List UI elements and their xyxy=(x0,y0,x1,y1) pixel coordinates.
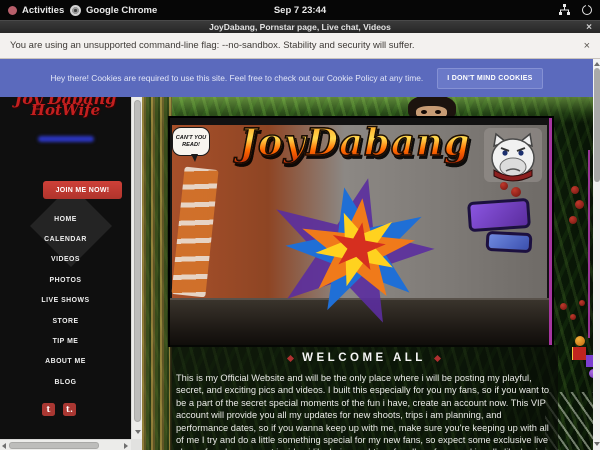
sidebar-vscroll-thumb[interactable] xyxy=(134,100,141,422)
speech-bubble-text: CAN'T YOU READ! xyxy=(173,135,209,148)
tumblr-icon[interactable]: t. xyxy=(63,403,76,416)
scroll-left-arrow-icon[interactable] xyxy=(2,443,6,449)
sidebar-nav: HOME CALENDAR VIDEOS PHOTOS LIVE SHOWS S… xyxy=(0,209,131,393)
scrollbar-corner xyxy=(131,439,142,450)
network-icon xyxy=(558,4,571,16)
speech-bubble: CAN'T YOU READ! xyxy=(172,127,210,156)
berry-decoration xyxy=(575,200,584,209)
clock-label: Sep 7 23:44 xyxy=(274,5,326,16)
graffiti-dot xyxy=(500,182,508,190)
scroll-right-arrow-icon[interactable] xyxy=(124,443,128,449)
power-menu[interactable] xyxy=(582,0,592,20)
twitter-icon[interactable]: t xyxy=(42,403,55,416)
gift-box-red xyxy=(572,347,586,360)
sidebar-vertical-scrollbar[interactable] xyxy=(131,97,142,440)
cookie-message: Hey there! Cookies are required to use t… xyxy=(50,73,423,83)
sidebar-horizontal-scrollbar[interactable] xyxy=(0,439,131,450)
flag-warning-text: You are using an unsupported command-lin… xyxy=(10,40,415,51)
sidebar-item-tip-me[interactable]: TIP ME xyxy=(0,331,131,351)
welcome-paragraph: This is my Official Website and will be … xyxy=(176,372,554,450)
window-close-icon[interactable]: × xyxy=(586,22,592,33)
sidebar-hscroll-thumb[interactable] xyxy=(9,442,99,449)
sidebar-item-calendar[interactable]: CALENDAR xyxy=(0,229,131,249)
flower-decoration xyxy=(570,314,576,320)
network-tray[interactable] xyxy=(558,0,571,20)
sidebar-item-home[interactable]: HOME xyxy=(0,209,131,229)
page-vscroll-thumb[interactable] xyxy=(594,68,600,182)
berry-decoration xyxy=(571,186,579,194)
cookie-notice-bar: Hey there! Cookies are required to use t… xyxy=(0,59,593,97)
logo-link-smudge[interactable] xyxy=(38,136,94,142)
join-me-now-button[interactable]: JOIN ME NOW! xyxy=(43,181,122,199)
sidebar-item-about-me[interactable]: ABOUT ME xyxy=(0,352,131,372)
sidebar-item-blog[interactable]: BLOG xyxy=(0,372,131,392)
berry-decoration xyxy=(569,216,577,224)
scroll-up-arrow-icon[interactable] xyxy=(594,62,600,66)
scroll-down-arrow-icon[interactable] xyxy=(135,430,141,434)
sidebar-item-videos[interactable]: VIDEOS xyxy=(0,250,131,270)
site-logo-line2[interactable]: HotWife xyxy=(0,101,131,119)
window-titlebar: JoyDabang, Pornstar page, Live chat, Vid… xyxy=(0,20,600,33)
welcome-heading: WELCOME ALL xyxy=(302,352,426,364)
ladder-decoration xyxy=(171,167,218,298)
cookie-accept-button[interactable]: I DON'T MIND COOKIES xyxy=(437,68,542,89)
ornament-orange xyxy=(575,336,585,346)
sidebar-item-photos[interactable]: PHOTOS xyxy=(0,270,131,290)
gnome-top-bar: Activities Google Chrome Sep 7 23:44 xyxy=(0,0,600,20)
page-vertical-scrollbar[interactable] xyxy=(593,59,600,450)
window-title: JoyDabang, Pornstar page, Live chat, Vid… xyxy=(209,22,391,32)
magenta-pole xyxy=(588,150,590,338)
site-title-graffiti: JoyDabang xyxy=(210,120,500,164)
flower-decoration xyxy=(579,300,585,306)
sidebar-item-store[interactable]: STORE xyxy=(0,311,131,331)
heading-ornament-left xyxy=(287,354,294,361)
eye-left xyxy=(421,110,427,114)
clock[interactable]: Sep 7 23:44 xyxy=(0,0,600,20)
flower-decoration xyxy=(560,303,567,310)
content-panel: WELCOME ALL This is my Official Website … xyxy=(170,345,558,450)
graffiti-tag-block xyxy=(486,231,533,253)
scroll-down-arrow-icon[interactable] xyxy=(594,442,600,446)
welcome-heading-row: WELCOME ALL xyxy=(170,352,558,364)
header-banner-image: CAN'T YOU READ! JoyDabang xyxy=(170,118,552,345)
power-icon xyxy=(582,5,592,15)
graffiti-tag-block xyxy=(467,198,531,232)
dry-grass-strip xyxy=(142,97,172,450)
eye-right xyxy=(435,110,441,114)
infobar-close-icon[interactable]: × xyxy=(584,40,590,52)
sidebar-item-live-shows[interactable]: LIVE SHOWS xyxy=(0,291,131,311)
flag-warning-bar: You are using an unsupported command-lin… xyxy=(0,33,600,59)
heading-ornament-right xyxy=(434,354,441,361)
graffiti-dot xyxy=(511,187,521,197)
sidebar: Joy Dabang HotWife JOIN ME NOW! HOME CAL… xyxy=(0,97,131,440)
pavement xyxy=(170,298,549,345)
screen: Activities Google Chrome Sep 7 23:44 Joy… xyxy=(0,0,600,450)
